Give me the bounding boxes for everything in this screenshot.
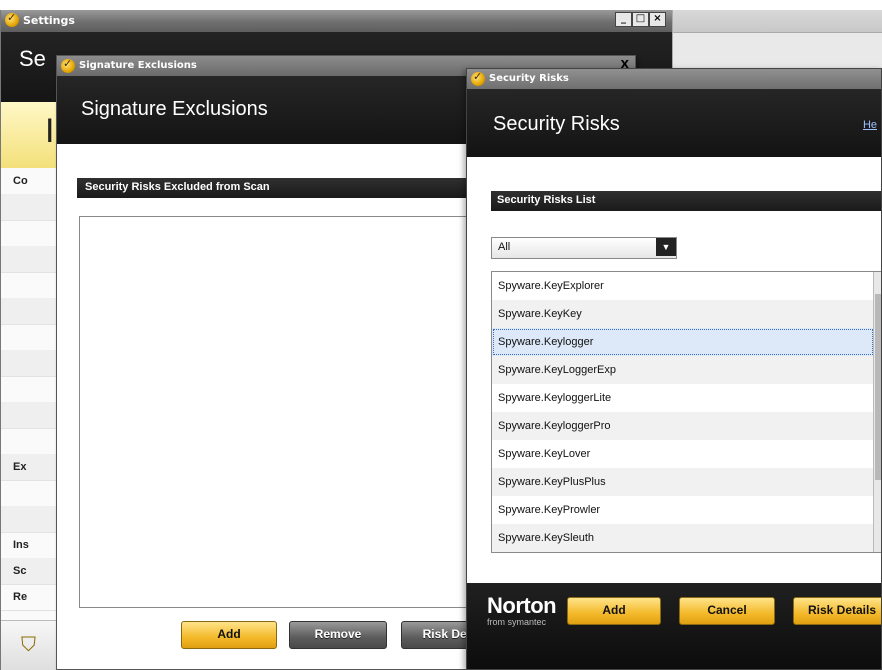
list-item[interactable]: Spyware.KeyPlusPlus xyxy=(492,468,874,496)
norton-logo-icon xyxy=(61,57,75,73)
settings-title-bar[interactable]: Settings _ □ × xyxy=(1,10,672,32)
list-item-label: Spyware.KeyloggerLite xyxy=(498,392,612,404)
norton-logo-icon xyxy=(5,11,19,27)
sigex-section-label: Security Risks Excluded from Scan xyxy=(85,181,270,193)
norton-logo-icon xyxy=(471,70,485,86)
settings-nav-item[interactable] xyxy=(1,402,61,429)
sr-section-label: Security Risks List xyxy=(497,194,596,206)
sr-header-title: Security Risks xyxy=(493,113,620,135)
list-item[interactable]: Spyware.KeySleuth xyxy=(492,524,874,552)
sr-cancel-button[interactable]: Cancel xyxy=(679,597,775,625)
sr-risk-details-button[interactable]: Risk Details xyxy=(793,597,881,625)
caption-buttons: _ □ × xyxy=(615,12,666,27)
sigex-window-title: Signature Exclusions xyxy=(79,60,197,71)
list-item-label: Spyware.Keylogger xyxy=(498,336,594,348)
list-item-label: Spyware.KeyProwler xyxy=(498,504,601,516)
help-link[interactable]: He xyxy=(863,119,877,131)
list-item[interactable]: Spyware.KeyLoggerExp xyxy=(492,356,874,384)
sr-footer: Norton from symantec Add Cancel Risk Det… xyxy=(467,583,881,669)
maximize-button[interactable]: □ xyxy=(632,12,649,27)
sr-section-heading: Security Risks List xyxy=(491,191,881,211)
settings-nav-item[interactable]: Ins xyxy=(1,532,61,559)
norton-brand: Norton xyxy=(487,593,557,618)
list-item-label: Spyware.KeyLoggerExp xyxy=(498,364,617,376)
list-item[interactable]: Spyware.KeyLover xyxy=(492,440,874,468)
settings-nav-label: Ins xyxy=(13,539,29,551)
sr-title-bar[interactable]: Security Risks xyxy=(467,69,881,89)
list-item[interactable]: Spyware.KeyKey xyxy=(492,300,874,328)
settings-nav-item[interactable] xyxy=(1,220,61,247)
settings-nav-item[interactable] xyxy=(1,324,61,351)
settings-nav-label: Co xyxy=(13,175,28,187)
sigex-add-button[interactable]: Add xyxy=(181,621,277,649)
settings-banner-glyph: I xyxy=(45,112,55,150)
list-item-label: Spyware.KeySleuth xyxy=(498,532,594,544)
settings-nav-item[interactable] xyxy=(1,480,61,507)
settings-nav-item[interactable] xyxy=(1,246,61,273)
settings-window-title: Settings xyxy=(23,14,75,27)
norton-brand-sub: from symantec xyxy=(487,617,547,627)
settings-nav-label: Sc xyxy=(13,565,27,577)
excluded-risks-list[interactable] xyxy=(79,216,481,608)
risk-filter-dropdown[interactable]: All ▼ xyxy=(491,237,677,259)
settings-nav-item[interactable]: Ex xyxy=(1,454,61,481)
settings-nav-item[interactable] xyxy=(1,298,61,325)
settings-nav-item[interactable]: Re xyxy=(1,584,61,611)
sr-window-title: Security Risks xyxy=(489,73,569,84)
security-risks-list[interactable]: Spyware.KeyExplorer Spyware.KeyKey Spyware… xyxy=(491,271,881,553)
sigex-remove-button[interactable]: Remove xyxy=(289,621,387,649)
list-item[interactable]: Spyware.KeyExplorer xyxy=(492,272,874,300)
shield-icon: ⛉ xyxy=(21,634,36,656)
settings-header-title: Se xyxy=(19,46,46,71)
list-item[interactable]: Spyware.KeyProwler xyxy=(492,496,874,524)
settings-nav-item[interactable]: Co xyxy=(1,168,61,195)
sigex-section-heading: Security Risks Excluded from Scan xyxy=(77,178,469,198)
settings-nav: Co Ex Ins Sc Re xyxy=(1,168,61,670)
chevron-down-icon[interactable]: ▼ xyxy=(656,238,676,256)
security-risks-window: Security Risks Security Risks He Securit… xyxy=(466,68,882,670)
list-item-label: Spyware.KeyExplorer xyxy=(498,280,604,292)
sigex-header-title: Signature Exclusions xyxy=(81,98,268,120)
settings-nav-item[interactable] xyxy=(1,506,61,533)
settings-banner: I xyxy=(1,102,61,168)
list-item[interactable]: Spyware.Keylogger xyxy=(492,328,874,356)
list-item[interactable]: Spyware.KeyloggerLite xyxy=(492,384,874,412)
list-item[interactable]: Spyware.KeyloggerPro xyxy=(492,412,874,440)
list-item-label: Spyware.KeyLover xyxy=(498,448,591,460)
settings-nav-item[interactable] xyxy=(1,376,61,403)
list-scrollbar[interactable] xyxy=(873,272,881,552)
settings-nav-item[interactable] xyxy=(1,272,61,299)
list-item-label: Spyware.KeyloggerPro xyxy=(498,420,611,432)
list-item-label: Spyware.KeyPlusPlus xyxy=(498,476,606,488)
list-item-label: Spyware.KeyKey xyxy=(498,308,582,320)
sr-add-button[interactable]: Add xyxy=(567,597,661,625)
minimize-button[interactable]: _ xyxy=(615,12,632,27)
settings-nav-item[interactable] xyxy=(1,428,61,455)
settings-nav-label: Re xyxy=(13,591,28,603)
settings-nav-item[interactable]: Sc xyxy=(1,558,61,585)
background-panel-strip xyxy=(673,10,882,33)
risk-filter-value: All xyxy=(498,241,511,253)
settings-nav-label: Ex xyxy=(13,461,27,473)
settings-nav-item[interactable] xyxy=(1,350,61,377)
sr-header: Security Risks He xyxy=(467,89,881,157)
settings-nav-item[interactable] xyxy=(1,194,61,221)
close-button[interactable]: × xyxy=(649,12,666,27)
scrollbar-thumb[interactable] xyxy=(875,294,881,480)
